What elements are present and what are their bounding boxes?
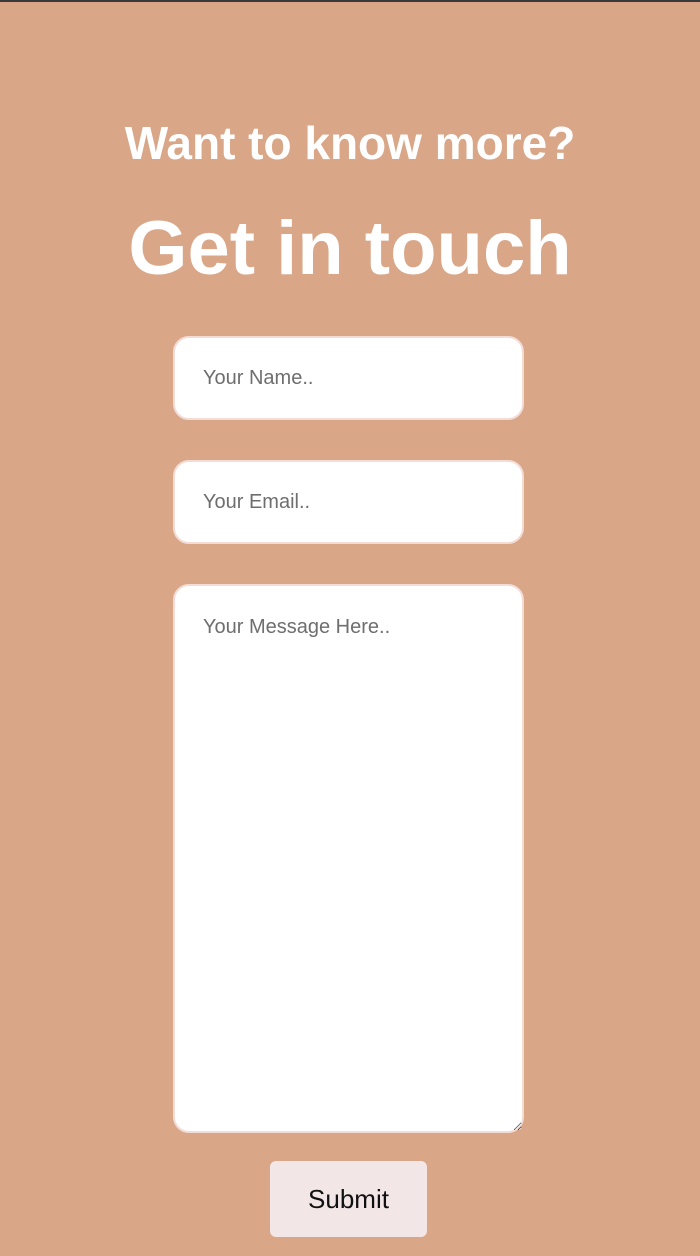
message-textarea[interactable] bbox=[173, 584, 524, 1133]
email-input[interactable] bbox=[173, 460, 524, 544]
subheading: Want to know more? bbox=[124, 117, 576, 169]
top-border bbox=[0, 0, 700, 2]
name-input[interactable] bbox=[173, 336, 524, 420]
submit-button[interactable]: Submit bbox=[270, 1161, 427, 1237]
page-title: Get in touch bbox=[128, 206, 572, 291]
